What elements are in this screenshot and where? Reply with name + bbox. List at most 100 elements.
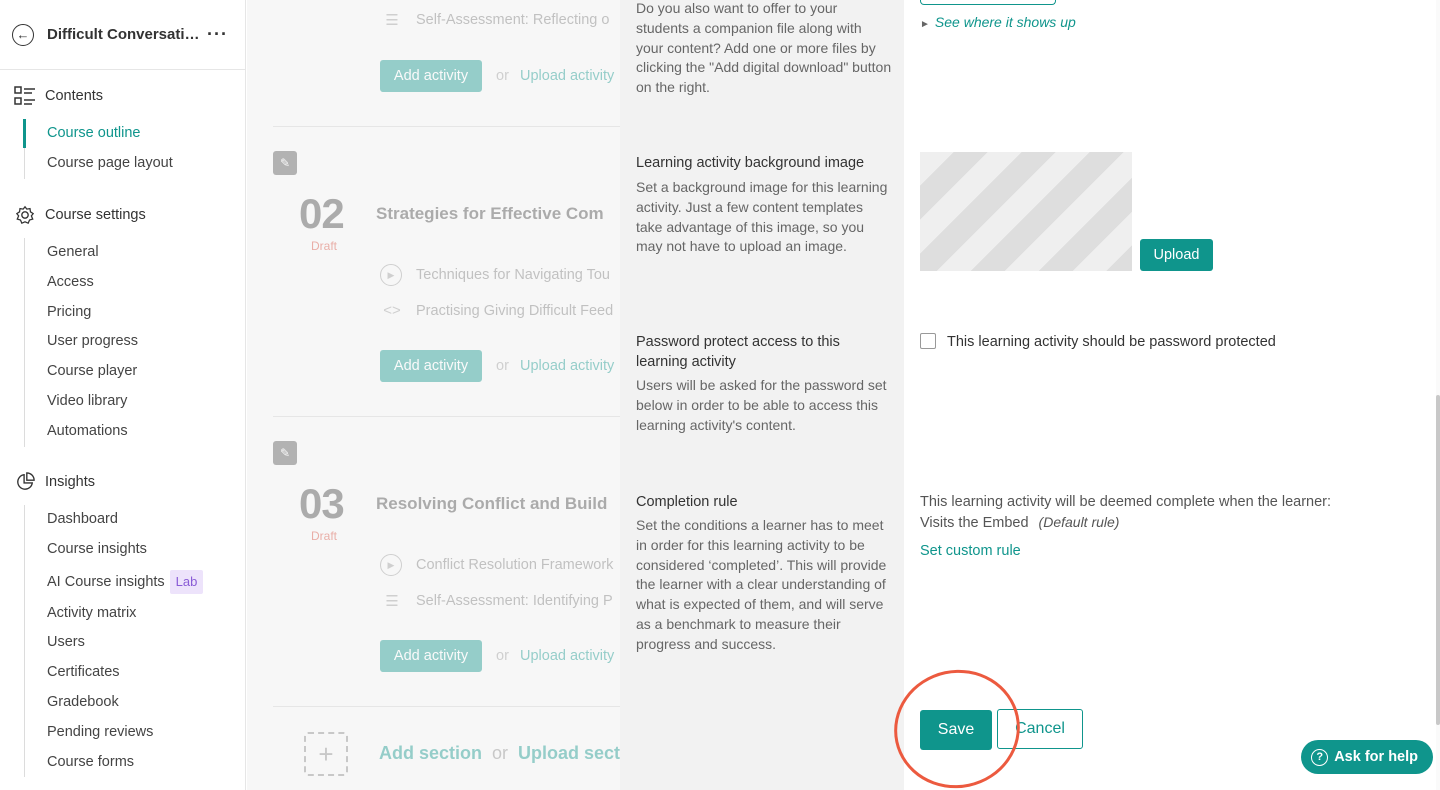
contents-nav: Course outline Course page layout: [23, 119, 173, 179]
or-text: or: [496, 648, 509, 664]
ask-for-help-button[interactable]: ? Ask for help: [1301, 740, 1433, 774]
activity-row[interactable]: ▶ Conflict Resolution Framework: [380, 554, 613, 576]
insights-heading[interactable]: Insights: [14, 472, 95, 492]
activity-title: Conflict Resolution Framework: [416, 557, 614, 573]
add-activity-button[interactable]: Add activity: [380, 350, 482, 382]
upload-section-link[interactable]: Upload sect: [518, 743, 620, 763]
contents-heading[interactable]: Contents: [14, 86, 103, 106]
section-status: Draft: [311, 239, 338, 253]
sidebar-header: ← Difficult Conversati… ···: [0, 0, 245, 70]
completion-description: Set the conditions a learner has to meet…: [636, 517, 887, 652]
see-where-label: See where it shows up: [934, 14, 1076, 30]
section-number: 02: [299, 190, 345, 237]
nav-user-progress[interactable]: User progress: [25, 327, 138, 357]
activity-settings-panel: Do you also want to offer to your studen…: [620, 0, 1440, 790]
activity-title: Techniques for Navigating Tou: [416, 267, 610, 283]
nav-access[interactable]: Access: [25, 268, 138, 298]
digital-download-description: Do you also want to offer to your studen…: [636, 0, 892, 96]
nav-pricing[interactable]: Pricing: [25, 298, 138, 328]
pie-chart-icon: [17, 472, 35, 490]
nav-course-player[interactable]: Course player: [25, 357, 138, 387]
more-options-icon[interactable]: ···: [207, 24, 228, 45]
course-settings-label: Course settings: [45, 207, 146, 223]
nav-certificates[interactable]: Certificates: [25, 658, 203, 688]
completion-rule-value: Visits the Embed: [920, 515, 1029, 531]
nav-dashboard[interactable]: Dashboard: [25, 505, 203, 535]
upload-activity-link[interactable]: Upload activity: [520, 648, 614, 664]
course-title[interactable]: Difficult Conversati…: [47, 26, 200, 43]
set-custom-rule-link[interactable]: Set custom rule: [920, 543, 1021, 559]
back-arrow-icon[interactable]: ←: [12, 23, 34, 46]
nav-automations[interactable]: Automations: [25, 417, 138, 447]
gear-icon: [15, 205, 35, 225]
password-title: Password protect access to this learning…: [636, 334, 840, 370]
ask-for-help-label: Ask for help: [1334, 749, 1418, 765]
activity-title: Practising Giving Difficult Feed: [416, 302, 614, 319]
or-text: or: [496, 358, 509, 374]
nav-course-forms[interactable]: Course forms: [25, 748, 203, 778]
scrollbar-thumb[interactable]: [1436, 395, 1440, 725]
contents-icon: [14, 86, 35, 105]
nav-course-page-layout[interactable]: Course page layout: [25, 149, 173, 179]
nav-gradebook[interactable]: Gradebook: [25, 688, 203, 718]
edit-section-icon[interactable]: ✎: [273, 441, 297, 465]
course-settings-heading[interactable]: Course settings: [14, 205, 146, 225]
nav-pending-reviews[interactable]: Pending reviews: [25, 718, 203, 748]
nav-course-insights[interactable]: Course insights: [25, 535, 203, 565]
upload-activity-link[interactable]: Upload activity: [520, 358, 614, 374]
edit-section-icon[interactable]: ✎: [273, 151, 297, 175]
code-embed-icon: <>: [383, 302, 401, 319]
insights-label: Insights: [45, 474, 95, 490]
ai-course-insights-label: AI Course insights: [47, 573, 165, 590]
activity-row[interactable]: ☰ Self-Assessment: Identifying P: [380, 592, 613, 610]
contents-label: Contents: [45, 88, 104, 104]
section-title[interactable]: Strategies for Effective Com: [376, 204, 604, 224]
video-play-icon: ▶: [380, 264, 402, 286]
activity-title: Self-Assessment: Identifying P: [416, 593, 613, 609]
nav-activity-matrix[interactable]: Activity matrix: [25, 599, 203, 629]
nav-general[interactable]: General: [25, 238, 138, 268]
nav-course-outline[interactable]: Course outline: [23, 119, 173, 149]
lab-badge: Lab: [169, 569, 204, 594]
sidebar: ← Difficult Conversati… ··· Contents Cou…: [0, 0, 246, 790]
disclosure-triangle-icon: ►: [920, 19, 930, 30]
password-protect-checkbox[interactable]: [920, 333, 936, 349]
add-activity-button[interactable]: Add activity: [380, 60, 482, 92]
add-activity-button[interactable]: Add activity: [380, 640, 482, 672]
section-title[interactable]: Resolving Conflict and Build: [376, 494, 607, 514]
add-digital-download-button[interactable]: [920, 0, 1056, 5]
completion-intro: This learning activity will be deemed co…: [920, 494, 1332, 510]
or-text: or: [492, 743, 509, 763]
activity-row[interactable]: ☰ Self-Assessment: Reflecting o: [380, 11, 609, 29]
bg-image-title: Learning activity background image: [636, 155, 865, 171]
section-divider: [273, 706, 620, 707]
upload-activity-link[interactable]: Upload activity: [520, 68, 614, 84]
survey-icon: ☰: [385, 593, 399, 610]
add-section-row: Add section or Upload sect: [379, 743, 620, 764]
section-divider: [273, 126, 620, 127]
section-divider: [273, 416, 620, 417]
add-section-icon[interactable]: +: [304, 732, 348, 776]
activity-title: Self-Assessment: Reflecting o: [416, 12, 610, 28]
bg-image-description: Set a background image for this learning…: [636, 179, 888, 255]
activity-row[interactable]: ▶ Techniques for Navigating Tou: [380, 264, 610, 286]
password-protect-label[interactable]: This learning activity should be passwor…: [947, 334, 1276, 350]
insights-nav: Dashboard Course insights AI Course insi…: [24, 505, 204, 778]
see-where-link[interactable]: ► See where it shows up: [920, 14, 1076, 30]
highlight-circle-annotation: [883, 658, 1031, 790]
video-play-icon: ▶: [380, 554, 402, 576]
nav-video-library[interactable]: Video library: [25, 387, 138, 417]
activity-row[interactable]: <> Practising Giving Difficult Feed: [380, 302, 613, 319]
settings-nav: General Access Pricing User progress Cou…: [24, 238, 138, 447]
survey-icon: ☰: [385, 12, 399, 29]
completion-title: Completion rule: [636, 494, 738, 510]
add-section-link[interactable]: Add section: [379, 743, 482, 763]
nav-ai-course-insights[interactable]: AI Course insights Lab: [25, 565, 204, 599]
section-number: 03: [299, 480, 345, 527]
or-text: or: [496, 68, 509, 84]
help-question-icon: ?: [1311, 748, 1329, 766]
upload-image-button[interactable]: Upload: [1140, 239, 1213, 271]
nav-users[interactable]: Users: [25, 628, 203, 658]
default-rule-note: (Default rule): [1038, 514, 1120, 530]
password-description: Users will be asked for the password set…: [636, 377, 887, 433]
